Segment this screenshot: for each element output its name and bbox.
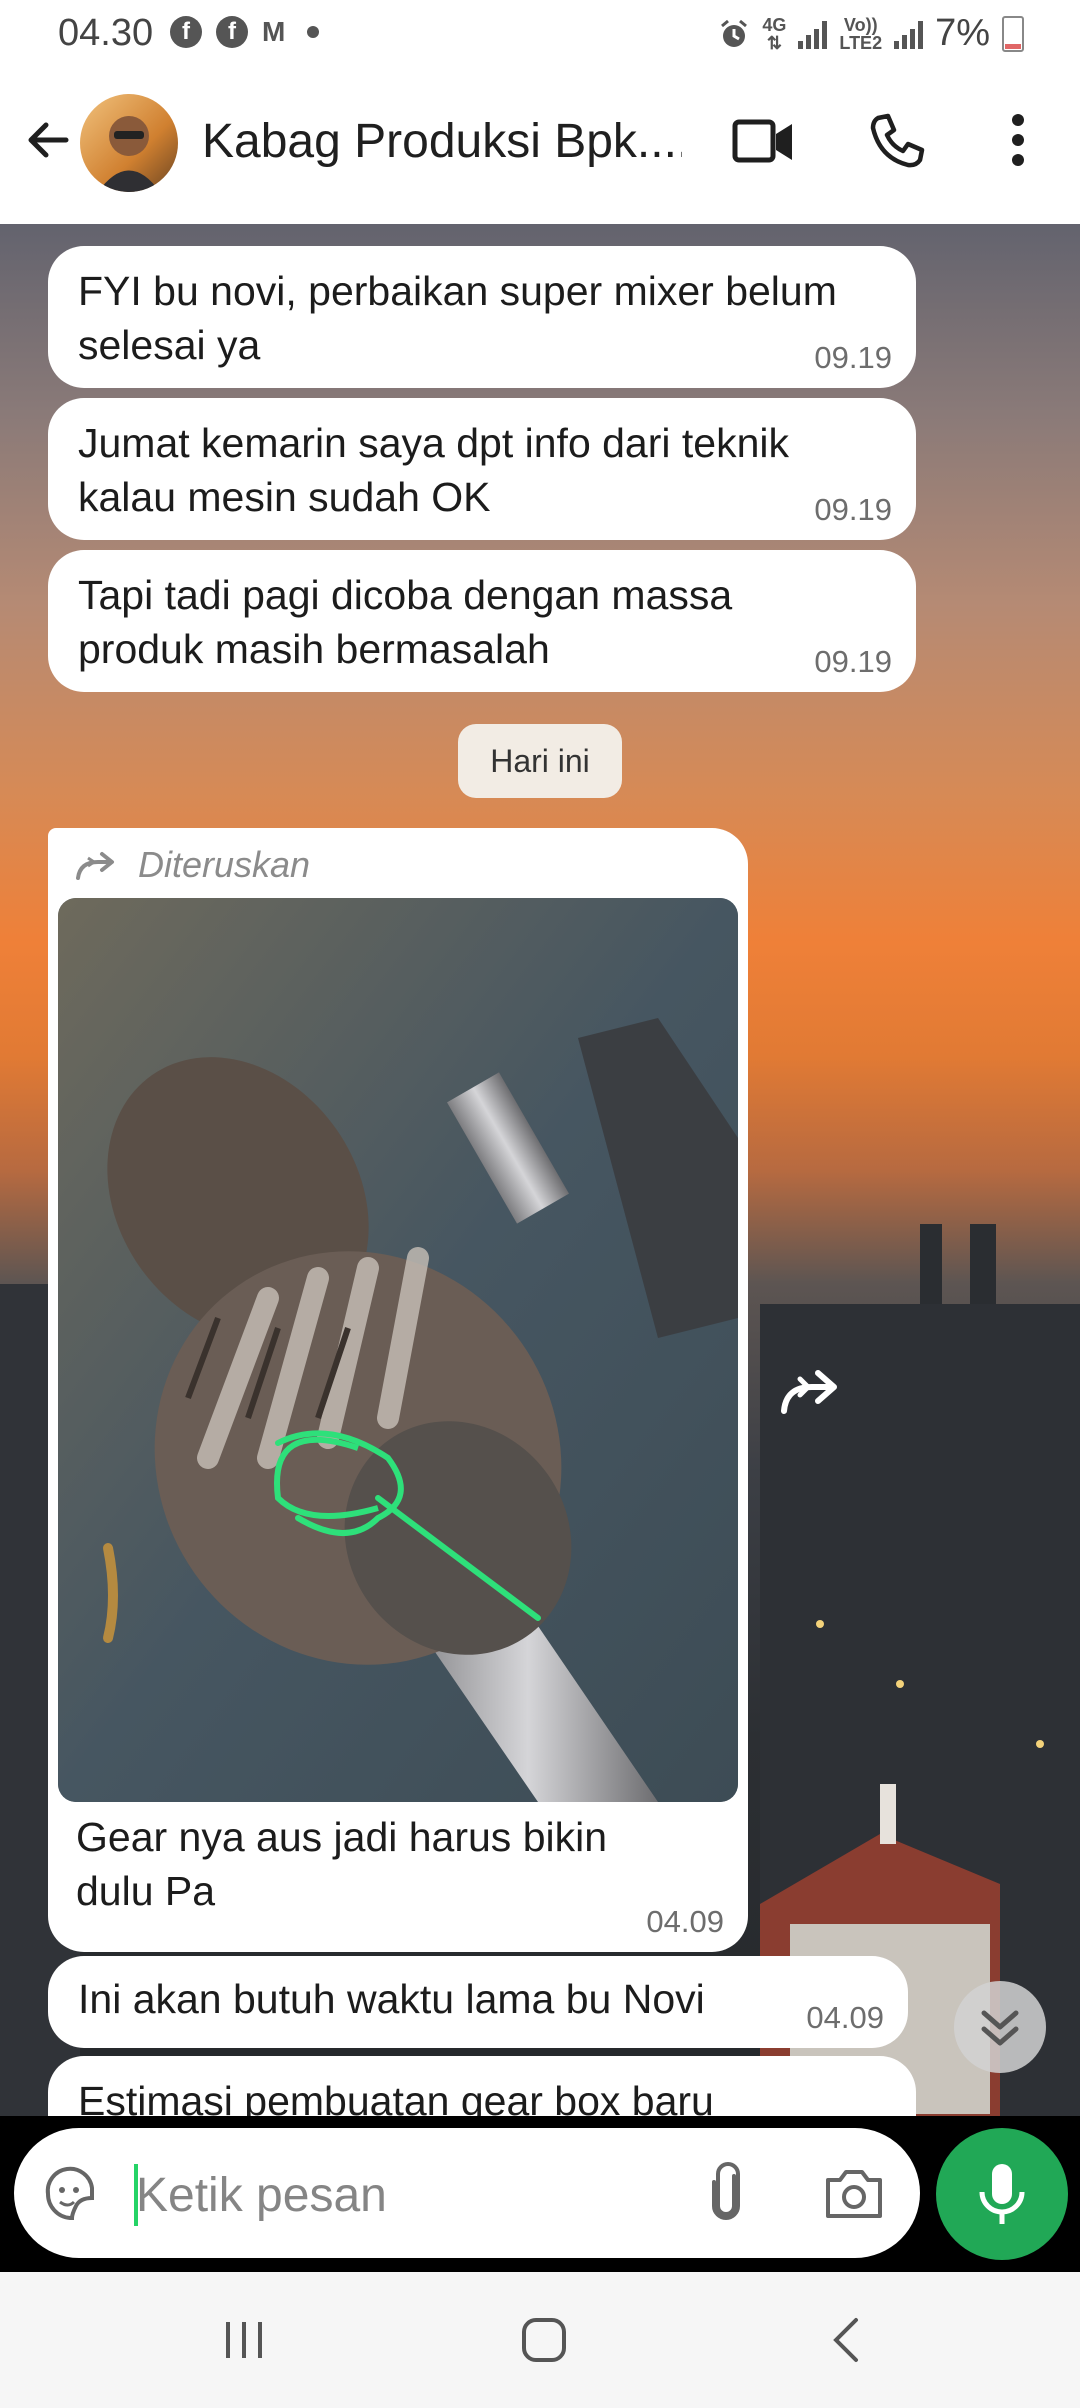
system-nav-bar bbox=[0, 2272, 1080, 2408]
recent-apps-icon[interactable] bbox=[222, 2318, 266, 2362]
message-input[interactable]: Ketik pesan bbox=[136, 2168, 387, 2223]
message-time: 09.19 bbox=[814, 340, 892, 375]
volte-icon: Vo)) LTE2 bbox=[839, 16, 882, 52]
message-time: 09.19 bbox=[814, 492, 892, 527]
alarm-icon bbox=[721, 19, 748, 47]
signal-icon bbox=[798, 19, 828, 49]
battery-percent: 7% bbox=[935, 12, 990, 54]
scroll-to-bottom-button[interactable] bbox=[954, 1981, 1046, 2073]
message-text: Ini akan butuh waktu lama bu Novi bbox=[78, 1976, 705, 2022]
gmail-icon: M bbox=[262, 16, 286, 47]
nav-back-icon[interactable] bbox=[828, 2316, 864, 2364]
message-text: FYI bu novi, perbaikan super mixer belum… bbox=[78, 268, 837, 368]
message-time: 09.19 bbox=[814, 644, 892, 679]
chat-header: Kabag Produksi Bpk.... bbox=[0, 66, 1080, 224]
forwarded-image-message[interactable]: Diteruskan Gear nya aus jadi harus bikin… bbox=[48, 828, 748, 1952]
avatar-image bbox=[98, 116, 160, 192]
forwarded-icon bbox=[76, 852, 114, 880]
network-4g-icon: 4G ⇅ bbox=[762, 14, 787, 53]
status-indicators: 4G ⇅ Vo)) LTE2 7% bbox=[718, 12, 1024, 55]
message-bubble[interactable]: Tapi tadi pagi dicoba dengan massa produ… bbox=[48, 550, 916, 692]
home-icon[interactable] bbox=[520, 2316, 568, 2364]
composer: Ketik pesan bbox=[0, 2116, 1080, 2272]
message-text: Jumat kemarin saya dpt info dari teknik … bbox=[78, 420, 789, 520]
message-time: 04.09 bbox=[646, 1904, 724, 1939]
notification-icons: f f M bbox=[170, 16, 320, 48]
message-time: 04.09 bbox=[806, 2000, 884, 2035]
message-bubble[interactable]: Jumat kemarin saya dpt info dari teknik … bbox=[48, 398, 916, 540]
microphone-icon bbox=[979, 2164, 1025, 2224]
forwarded-label: Diteruskan bbox=[138, 844, 311, 885]
facebook-icon: f bbox=[170, 16, 202, 48]
battery-icon bbox=[1002, 15, 1024, 52]
contact-name[interactable]: Kabag Produksi Bpk.... bbox=[202, 114, 682, 169]
facebook-icon: f bbox=[216, 16, 248, 48]
message-input-box[interactable]: Ketik pesan bbox=[14, 2128, 920, 2258]
sticker-icon[interactable] bbox=[40, 2164, 100, 2224]
status-time: 04.30 bbox=[58, 12, 154, 54]
more-vert-icon[interactable] bbox=[1000, 110, 1036, 170]
double-chevron-down-icon bbox=[981, 2010, 1019, 2046]
date-divider: Hari ini bbox=[458, 724, 622, 798]
status-bar: 04.30 f f M 4G ⇅ Vo)) LTE2 7% bbox=[0, 0, 1080, 66]
message-text: Estimasi pembuatan gear box baru bbox=[78, 2078, 714, 2116]
gear-image bbox=[58, 898, 738, 1802]
back-arrow-icon[interactable] bbox=[22, 114, 74, 166]
attach-icon[interactable] bbox=[704, 2162, 748, 2226]
video-call-icon[interactable] bbox=[732, 114, 796, 170]
forward-message-icon[interactable] bbox=[776, 1359, 846, 1419]
volte-label: Vo)) bbox=[843, 14, 878, 35]
image-caption: Gear nya aus jadi harus bikin dulu Pa bbox=[76, 1814, 608, 1914]
network-4g-label: 4G bbox=[762, 14, 787, 35]
message-bubble[interactable]: Estimasi pembuatan gear box baru bbox=[48, 2056, 916, 2116]
more-notifications-dot bbox=[307, 26, 320, 38]
lte2-label: LTE2 bbox=[839, 32, 883, 53]
signal-icon bbox=[894, 19, 924, 49]
phone-icon[interactable] bbox=[868, 112, 926, 170]
message-bubble[interactable]: Ini akan butuh waktu lama bu Novi 04.09 bbox=[48, 1956, 908, 2048]
camera-icon[interactable] bbox=[822, 2166, 886, 2222]
message-bubble[interactable]: FYI bu novi, perbaikan super mixer belum… bbox=[48, 246, 916, 388]
voice-record-button[interactable] bbox=[936, 2128, 1068, 2260]
chat-area[interactable]: FYI bu novi, perbaikan super mixer belum… bbox=[0, 224, 1080, 2116]
message-text: Tapi tadi pagi dicoba dengan massa produ… bbox=[78, 572, 733, 672]
contact-avatar[interactable] bbox=[80, 94, 178, 192]
gear-photo[interactable] bbox=[58, 898, 738, 1802]
